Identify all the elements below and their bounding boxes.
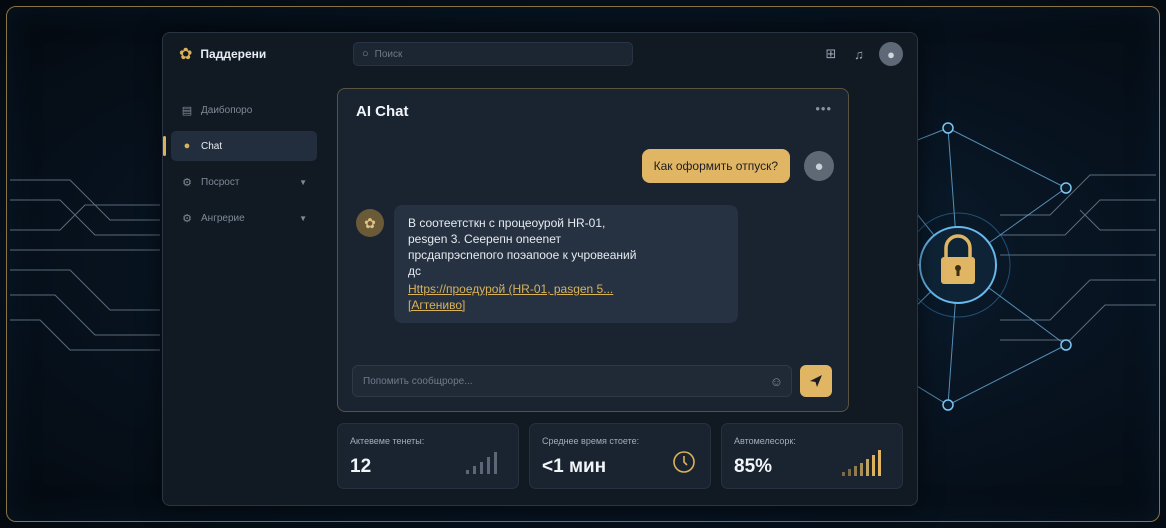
brand[interactable]: ✿ Паддерени	[179, 44, 329, 64]
grid-icon[interactable]: ⊞	[823, 46, 839, 62]
stat-card-avg-response-time: Среднее время стоете: <1 мин	[529, 423, 711, 489]
user-avatar-icon[interactable]: ●	[879, 42, 903, 66]
user-avatar-icon: ●	[804, 151, 834, 181]
chat-title: AI Chat	[356, 103, 409, 120]
stat-value: 85%	[734, 456, 773, 477]
sidebar-item-settings-2[interactable]: ⚙ Ангрерие ▼	[171, 203, 317, 233]
bar-chart-icon	[842, 450, 881, 476]
stat-label: Актевеме тенеты:	[350, 436, 425, 446]
chevron-down-icon: ▼	[299, 213, 307, 223]
sidebar-item-label: Даибопоро	[201, 104, 253, 116]
gear-flower-icon: ✿	[179, 46, 193, 63]
bell-icon[interactable]: ♫	[851, 47, 867, 62]
bot-message-line: дс	[408, 264, 422, 278]
top-actions: ⊞ ♫ ●	[823, 42, 903, 66]
top-bar: ✿ Паддерени ○ ⊞ ♫ ●	[163, 33, 917, 75]
chat-panel: AI Chat ••• Как оформить отпуск? ● ✿ В с…	[337, 88, 849, 412]
message-composer[interactable]: ☺	[352, 365, 792, 397]
sidebar: ▤ Даибопоро ● Chat ⚙ Посрост ▼ ⚙ Ангрери…	[163, 75, 323, 505]
sidebar-item-dashboard[interactable]: ▤ Даибопоро	[171, 95, 317, 125]
app-window: ✿ Паддерени ○ ⊞ ♫ ● ▤ Даибопоро ● Chat ⚙…	[162, 32, 918, 506]
search-icon: ○	[362, 48, 369, 60]
sidebar-item-label: Chat	[201, 140, 223, 152]
chevron-down-icon: ▼	[299, 177, 307, 187]
stat-value: <1 мин	[542, 456, 607, 477]
send-icon	[810, 375, 822, 387]
source-link[interactable]: Https://проедурой (HR-01, pasgen 5...	[408, 281, 724, 297]
bot-message: В соотеетсткн с процеоурой HR-01, pesgen…	[394, 205, 738, 323]
settings-icon: ⚙	[182, 212, 192, 225]
user-message: Как оформить отпуск?	[641, 149, 790, 183]
emoji-icon[interactable]: ☺	[770, 374, 783, 389]
bar-chart-icon	[466, 452, 497, 474]
stat-card-active-tickets: Актевеме тенеты: 12	[337, 423, 519, 489]
bot-message-line: pesgen 3. Сеерепн оnеenет	[408, 232, 562, 246]
more-options-icon[interactable]: •••	[815, 101, 832, 116]
bot-message-line: В соотеетсткн с процеоурой HR-01,	[408, 216, 606, 230]
send-button[interactable]	[800, 365, 832, 397]
sidebar-item-chat[interactable]: ● Chat	[163, 131, 317, 161]
sidebar-item-settings-1[interactable]: ⚙ Посрост ▼	[171, 167, 317, 197]
stat-label: Автомелесорк:	[734, 436, 796, 446]
search-input[interactable]	[374, 48, 615, 60]
app-name: Паддерени	[200, 47, 267, 61]
settings-icon: ⚙	[182, 176, 192, 189]
dashboard-icon: ▤	[181, 104, 193, 117]
chat-icon: ●	[183, 140, 191, 152]
bot-message-line: прсдапрэсnепого поэапоое к учровеаний	[408, 248, 637, 262]
stat-value: 12	[350, 456, 372, 477]
sidebar-item-label: Посрост	[201, 176, 240, 188]
stat-card-automation: Автомелесорк: 85%	[721, 423, 903, 489]
stat-label: Среднее время стоете:	[542, 436, 640, 446]
message-input[interactable]	[363, 375, 753, 387]
sidebar-item-label: Ангрерие	[201, 212, 245, 224]
source-link-suffix[interactable]: [Агтениво]	[408, 297, 724, 313]
search-bar[interactable]: ○	[353, 42, 633, 66]
clock-icon	[673, 451, 695, 473]
bot-avatar-icon: ✿	[356, 209, 384, 237]
